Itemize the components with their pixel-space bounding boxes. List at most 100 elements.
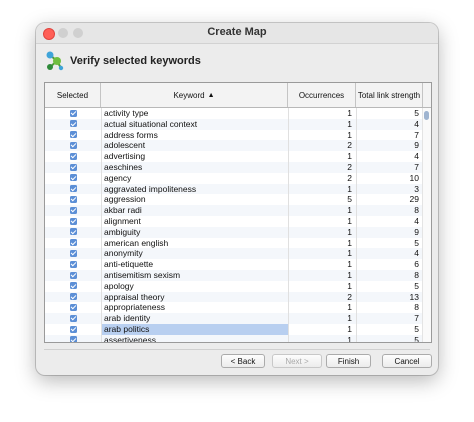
selected-checkbox[interactable] xyxy=(69,217,77,225)
selected-checkbox[interactable] xyxy=(69,314,77,322)
keyword-cell: appropriateness xyxy=(101,302,288,314)
column-header-selected[interactable]: Selected xyxy=(45,83,101,107)
table-row[interactable]: aggression 5 29 xyxy=(45,194,423,206)
selected-checkbox[interactable] xyxy=(69,131,77,139)
keyword-cell: actual situational context xyxy=(101,118,288,130)
keyword-cell: american english xyxy=(101,237,288,249)
keyword-cell: assertiveness xyxy=(101,334,288,342)
vertical-scrollbar[interactable] xyxy=(422,108,431,342)
selected-cell xyxy=(45,324,101,335)
selected-checkbox[interactable] xyxy=(69,228,77,236)
selected-checkbox[interactable] xyxy=(69,336,77,342)
table-row[interactable]: alignment 1 4 xyxy=(45,216,423,227)
table-row[interactable]: anti-etiquette 1 6 xyxy=(45,259,423,270)
selected-checkbox[interactable] xyxy=(69,249,77,257)
keywords-table: Selected Keyword ▲ Occurrences Total link… xyxy=(44,82,432,343)
keyword-cell: adolescent xyxy=(101,140,288,152)
occurrences-cell: 1 xyxy=(288,334,356,342)
occurrences-cell: 2 xyxy=(288,172,356,184)
selected-cell xyxy=(45,238,101,249)
selected-cell xyxy=(45,270,101,281)
table-row[interactable]: advertising 1 4 xyxy=(45,151,423,162)
total-link-strength-cell: 5 xyxy=(356,108,423,119)
table-row[interactable]: aeschines 2 7 xyxy=(45,162,423,173)
table-row[interactable]: anonymity 1 4 xyxy=(45,248,423,260)
selected-checkbox[interactable] xyxy=(69,163,77,171)
table-row[interactable]: arab identity 1 7 xyxy=(45,313,423,324)
keyword-cell: alignment xyxy=(101,216,288,227)
next-button[interactable]: Next > xyxy=(272,354,322,368)
occurrences-cell: 1 xyxy=(288,226,356,238)
table-row[interactable]: arab politics 1 5 xyxy=(45,324,423,335)
table-row[interactable]: aggravated impoliteness 1 3 xyxy=(45,183,423,195)
table-row[interactable]: apology 1 5 xyxy=(45,280,423,292)
selected-checkbox[interactable] xyxy=(69,109,77,117)
total-link-strength-cell: 5 xyxy=(356,280,423,292)
total-link-strength-cell: 7 xyxy=(356,129,423,141)
selected-cell xyxy=(45,259,101,270)
table-row[interactable]: adolescent 2 9 xyxy=(45,140,423,152)
selected-cell xyxy=(45,335,101,342)
selected-checkbox[interactable] xyxy=(69,195,77,203)
selected-checkbox[interactable] xyxy=(69,260,77,268)
occurrences-cell: 1 xyxy=(288,151,356,162)
selected-checkbox[interactable] xyxy=(69,271,77,279)
total-link-strength-cell: 5 xyxy=(356,237,423,249)
table-row[interactable]: appropriateness 1 8 xyxy=(45,302,423,314)
step-title: Verify selected keywords xyxy=(70,55,201,67)
footer-divider xyxy=(44,349,430,350)
total-link-strength-cell: 9 xyxy=(356,140,423,152)
occurrences-cell: 1 xyxy=(288,259,356,270)
selected-checkbox[interactable] xyxy=(69,206,77,214)
column-header-occurrences[interactable]: Occurrences xyxy=(288,83,356,107)
keyword-cell: arab identity xyxy=(101,313,288,324)
table-row[interactable]: activity type 1 5 xyxy=(45,108,423,119)
scrollbar-thumb[interactable] xyxy=(424,111,429,120)
sort-ascending-icon: ▲ xyxy=(207,91,215,99)
total-link-strength-cell: 4 xyxy=(356,248,423,260)
back-button[interactable]: < Back xyxy=(221,354,265,368)
selected-checkbox[interactable] xyxy=(69,282,77,290)
keyword-cell: arab politics xyxy=(101,324,288,335)
table-row[interactable]: appraisal theory 2 13 xyxy=(45,291,423,303)
table-row[interactable]: american english 1 5 xyxy=(45,237,423,249)
cancel-button[interactable]: Cancel xyxy=(382,354,432,368)
selected-cell xyxy=(45,184,101,195)
finish-button[interactable]: Finish xyxy=(326,354,371,368)
keyword-cell: anti-etiquette xyxy=(101,259,288,270)
table-row[interactable]: address forms 1 7 xyxy=(45,129,423,141)
table-row[interactable]: assertiveness 1 5 xyxy=(45,334,423,342)
selected-checkbox[interactable] xyxy=(69,185,77,193)
keyword-cell: appraisal theory xyxy=(101,291,288,303)
table-row[interactable]: agency 2 10 xyxy=(45,172,423,184)
column-header-total-link-strength[interactable]: Total link strength xyxy=(356,83,423,107)
keyword-cell: akbar radi xyxy=(101,205,288,216)
selected-checkbox[interactable] xyxy=(69,141,77,149)
table-row[interactable]: antisemitism sexism 1 8 xyxy=(45,270,423,281)
column-header-keyword[interactable]: Keyword ▲ xyxy=(101,83,288,107)
selected-checkbox[interactable] xyxy=(69,303,77,311)
occurrences-cell: 1 xyxy=(288,118,356,130)
selected-checkbox[interactable] xyxy=(69,293,77,301)
selected-cell xyxy=(45,162,101,173)
table-header: Selected Keyword ▲ Occurrences Total link… xyxy=(45,83,431,108)
total-link-strength-cell: 8 xyxy=(356,205,423,216)
total-link-strength-cell: 7 xyxy=(356,313,423,324)
selected-cell xyxy=(45,151,101,162)
selected-checkbox[interactable] xyxy=(69,174,77,182)
occurrences-cell: 1 xyxy=(288,205,356,216)
table-row[interactable]: actual situational context 1 4 xyxy=(45,118,423,130)
selected-cell xyxy=(45,140,101,151)
keyword-cell: anonymity xyxy=(101,248,288,260)
table-body: activity type 1 5 actual situational contex… xyxy=(45,108,423,342)
table-row[interactable]: akbar radi 1 8 xyxy=(45,205,423,216)
selected-cell xyxy=(45,248,101,259)
keyword-cell: apology xyxy=(101,280,288,292)
selected-checkbox[interactable] xyxy=(69,239,77,247)
create-map-dialog: Create Map Verify selected keywords Sele… xyxy=(36,23,438,375)
selected-checkbox[interactable] xyxy=(69,152,77,160)
keyword-cell: activity type xyxy=(101,108,288,119)
table-row[interactable]: ambiguity 1 9 xyxy=(45,226,423,238)
selected-checkbox[interactable] xyxy=(69,325,77,333)
selected-checkbox[interactable] xyxy=(69,120,77,128)
